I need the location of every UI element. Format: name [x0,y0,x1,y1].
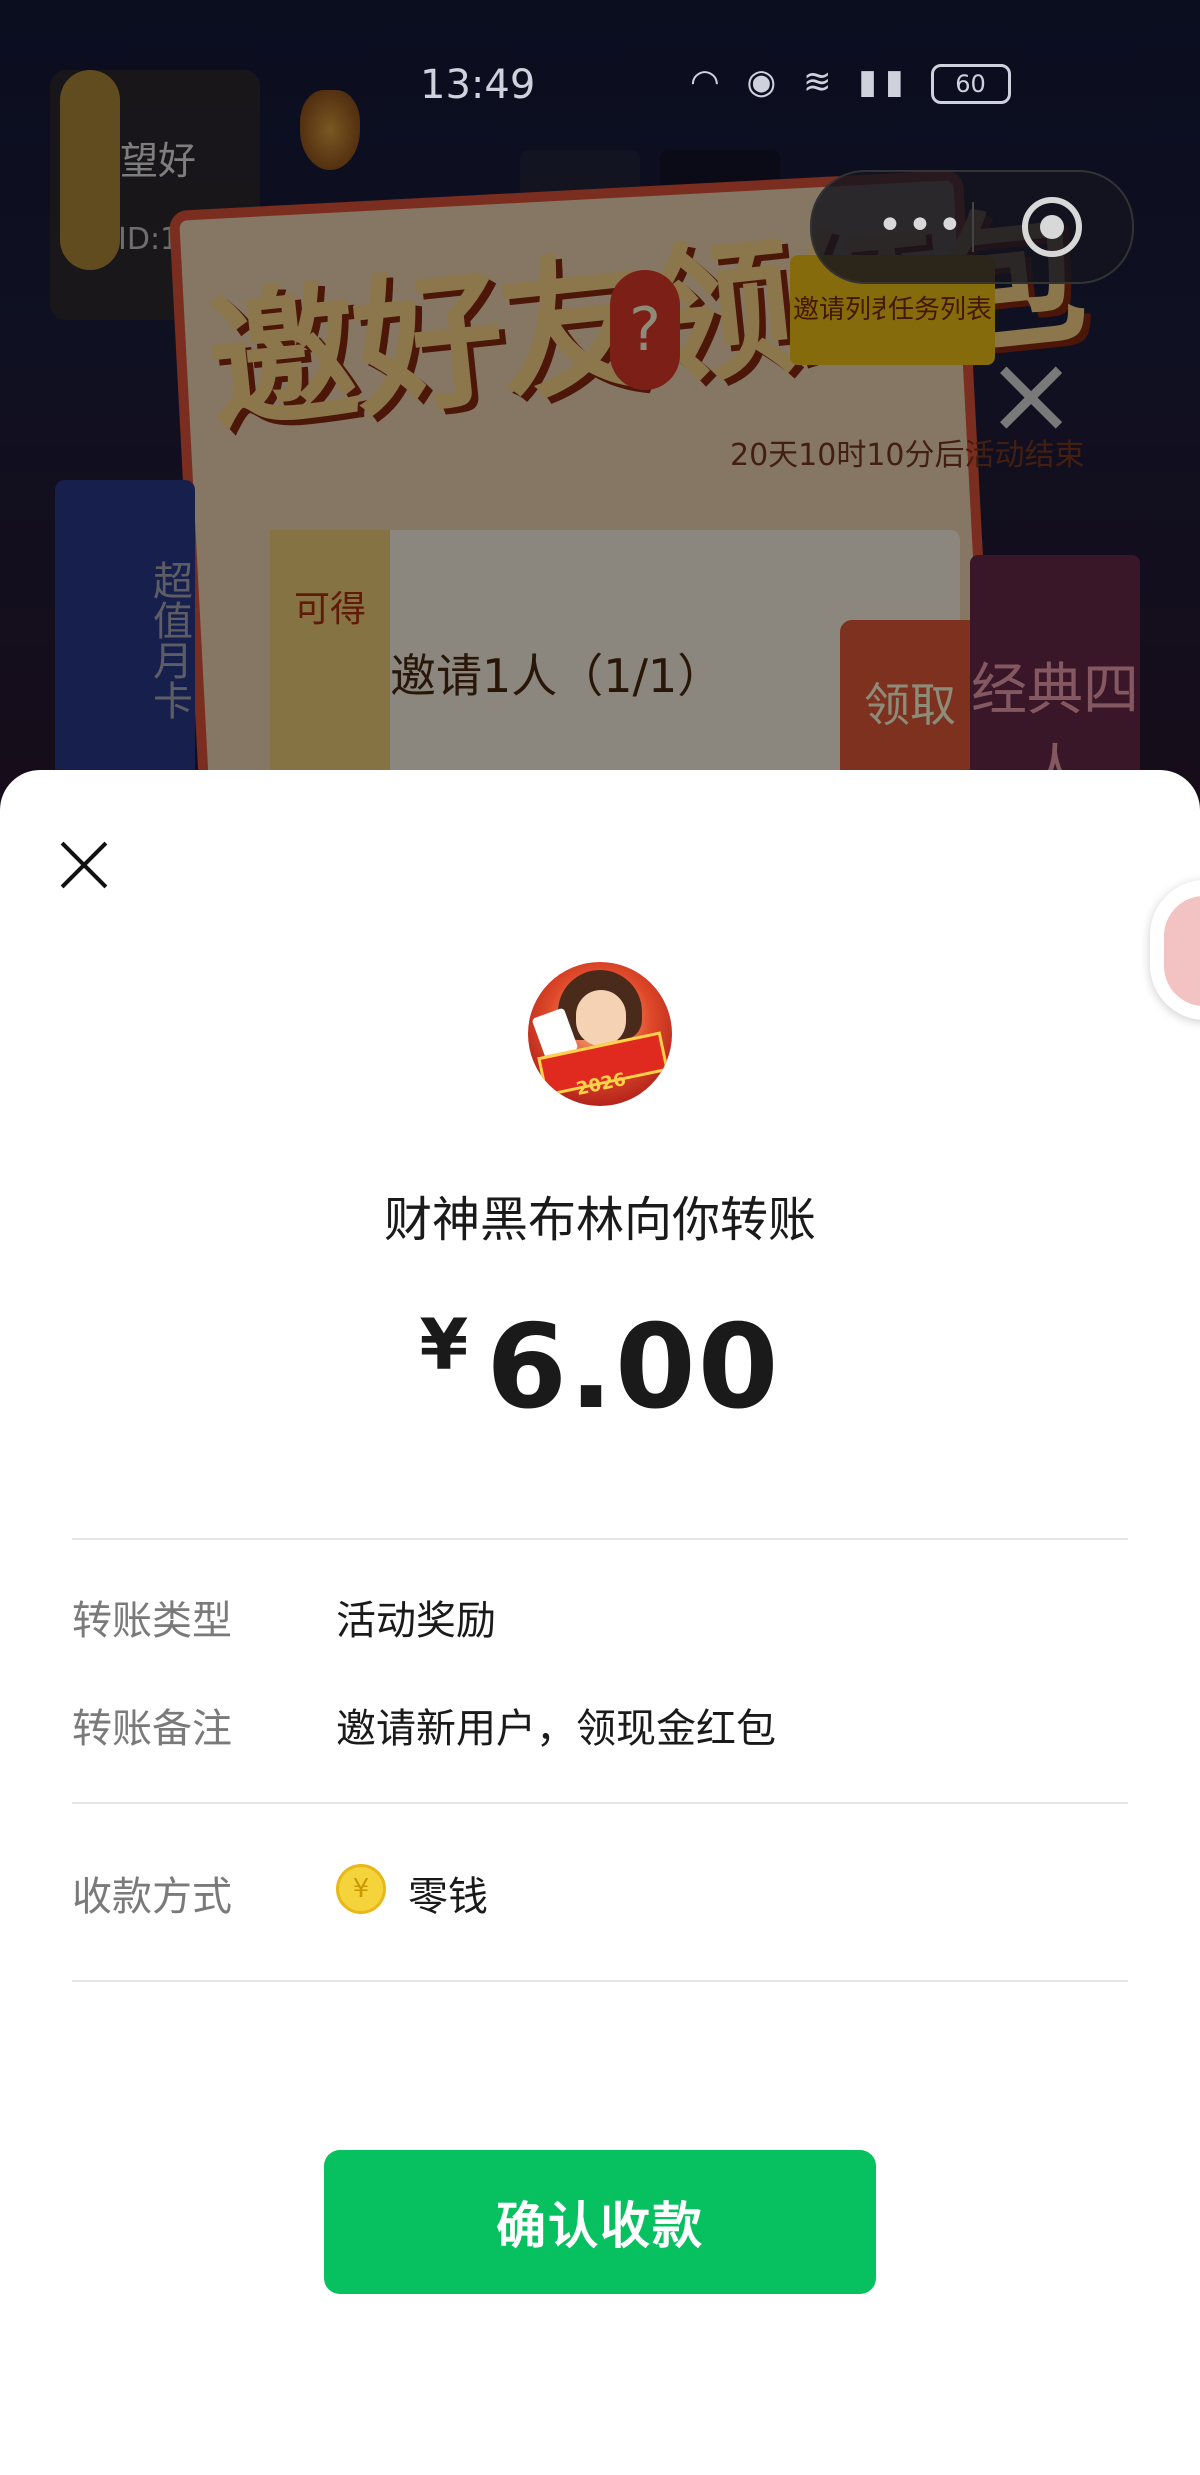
more-dots-icon[interactable]: ••• [877,200,967,251]
close-icon[interactable] [60,840,110,890]
avatar-face [576,990,626,1046]
transfer-note-value: 邀请新用户，领现金红包 [336,1706,776,1752]
status-time: 13:49 [420,62,536,108]
status-icons: ◠ ◉ ≋ ▮▮ 60 [690,62,1011,104]
sender-avatar: 2026 [528,962,672,1106]
mini-program-capsule[interactable]: ••• [810,170,1134,284]
transfer-type-value: 活动奖励 [336,1598,496,1644]
eye-icon: ◉ [746,62,785,102]
transfer-title: 财神黑布林向你转账 [383,1192,816,1248]
floating-ball-icon [1164,896,1200,1006]
divider-bottom [72,1980,1128,1982]
transfer-type-label: 转账类型 [72,1598,232,1644]
receive-method-label: 收款方式 [72,1874,232,1920]
transfer-sheet: 2026 财神黑布林向你转账 ¥6.00 转账类型 活动奖励 转账备注 邀请新用… [0,770,1200,2475]
background-game-screen: 望好 ID:1296797 10 邀好友领红包 ? 邀请列表 任务列表 × 20… [0,0,1200,800]
receive-method-value: 零钱 [408,1874,488,1920]
transfer-amount: ¥6.00 [0,1300,1200,1435]
transfer-note-label: 转账备注 [72,1706,232,1752]
headphones-icon: ◠ [690,62,728,102]
confirm-receive-button[interactable]: 确认收款 [324,2150,876,2294]
divider-top [72,1538,1128,1540]
dim-overlay [0,0,1200,800]
currency-symbol: ¥ [419,1304,469,1386]
coin-icon: ¥ [336,1864,386,1914]
capsule-divider [972,202,974,252]
signal-icon: ▮▮ [858,62,912,102]
wifi-icon: ≋ [802,62,840,102]
amount-value: 6.00 [486,1300,781,1435]
battery-icon: 60 [930,63,1011,104]
target-icon[interactable] [1022,197,1082,257]
divider-middle [72,1802,1128,1804]
